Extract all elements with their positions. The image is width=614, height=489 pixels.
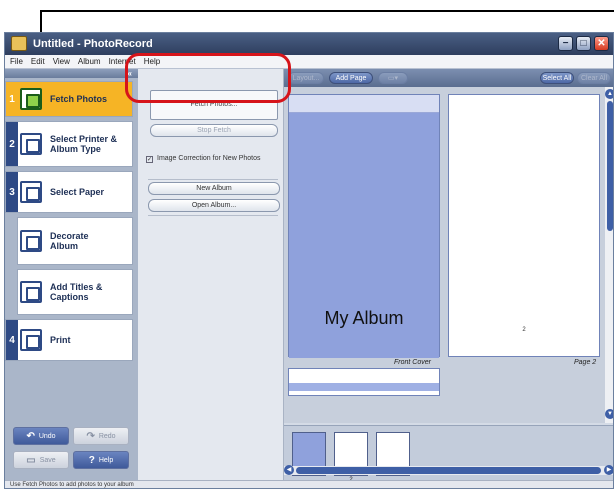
add-page-button[interactable]: Add Page — [329, 72, 373, 84]
clear-all-button[interactable]: Clear All — [577, 72, 611, 84]
fetch-photos-icon — [20, 88, 42, 110]
close-button[interactable]: ✕ — [594, 36, 609, 51]
paper-icon — [20, 181, 42, 203]
step-number: 4 — [6, 320, 18, 360]
step-label: Decorate Album — [50, 231, 89, 251]
print-icon — [20, 329, 42, 351]
callout-line-horizontal — [40, 10, 614, 12]
step-label: Select Paper — [50, 187, 105, 197]
scroll-up-icon[interactable]: ▲ — [605, 89, 613, 99]
redo-button[interactable]: ↷ Redo — [73, 427, 129, 445]
step-print[interactable]: 4 Print — [5, 319, 133, 361]
callout-highlight-ring — [125, 53, 291, 103]
window-title: Untitled - PhotoRecord — [33, 38, 153, 50]
checkbox-icon[interactable]: ✓ — [146, 156, 153, 163]
page-2[interactable]: 2 — [448, 94, 600, 357]
scroll-right-icon[interactable]: ▶ — [604, 465, 613, 475]
next-page-preview[interactable] — [288, 368, 440, 396]
titles-captions-icon — [20, 281, 42, 303]
step-fetch-photos[interactable]: 1 Fetch Photos — [5, 81, 133, 117]
status-bar: Use Fetch Photos to add photos to your a… — [5, 480, 613, 488]
menu-bar: File Edit View Album Internet Help — [5, 55, 613, 69]
redo-icon: ↷ — [86, 430, 95, 442]
menu-album[interactable]: Album — [78, 57, 101, 66]
open-album-button[interactable]: Open Album... — [148, 199, 280, 212]
help-icon: ? — [88, 454, 95, 466]
step-label: Select Printer & Album Type — [50, 134, 118, 154]
scroll-down-icon[interactable]: ▼ — [605, 409, 613, 419]
scroll-left-icon[interactable]: ◀ — [284, 465, 294, 475]
maximize-button[interactable]: □ — [576, 36, 591, 51]
decorate-icon — [20, 230, 42, 252]
undo-icon: ↶ — [26, 430, 35, 442]
front-cover-page[interactable]: My Album — [288, 94, 440, 358]
step-decorate-album[interactable]: Decorate Album — [17, 217, 133, 265]
save-icon: ▭ — [26, 454, 36, 466]
options-panel: Fetch Photos... Stop Fetch ✓ Image Corre… — [138, 69, 284, 480]
menu-edit[interactable]: Edit — [31, 57, 45, 66]
app-window: Untitled - PhotoRecord − □ ✕ File Edit V… — [4, 32, 614, 489]
select-all-button[interactable]: Select All — [540, 72, 574, 84]
step-label: Print — [50, 335, 71, 345]
stop-fetch-button[interactable]: Stop Fetch — [150, 124, 278, 137]
album-title[interactable]: My Album — [289, 308, 439, 329]
step-select-paper[interactable]: 3 Select Paper — [5, 171, 133, 213]
view-options-icon[interactable]: ▭▾ — [378, 72, 408, 84]
image-correction-label: Image Correction for New Photos — [157, 155, 261, 162]
divider — [148, 179, 278, 180]
step-number: 3 — [6, 172, 18, 212]
front-cover-caption: Front Cover — [394, 359, 431, 366]
image-correction-option[interactable]: ✓ Image Correction for New Photos — [146, 155, 276, 163]
menu-view[interactable]: View — [53, 57, 70, 66]
horizontal-scrollbar[interactable]: ◀ ▶ — [284, 465, 613, 475]
step-label: Add Titles & Captions — [50, 282, 103, 302]
cover-top-band — [289, 95, 439, 113]
album-canvas: My Album Front Cover 2 Page 2 — [284, 87, 605, 423]
app-icon — [11, 36, 27, 51]
step-number: 1 — [6, 82, 18, 116]
collapse-panel-button[interactable]: « — [5, 69, 138, 78]
undo-button[interactable]: ↶ Undo — [13, 427, 69, 445]
album-toolbar: Layout... Add Page ▭▾ Select All Clear A… — [284, 69, 613, 87]
new-album-button[interactable]: New Album — [148, 182, 280, 195]
help-button[interactable]: ? Help — [73, 451, 129, 469]
step-label: Fetch Photos — [50, 94, 108, 104]
title-bar[interactable]: Untitled - PhotoRecord − □ ✕ — [5, 33, 613, 55]
minimize-button[interactable]: − — [558, 36, 573, 51]
preview-band — [289, 383, 439, 391]
printer-album-icon — [20, 133, 42, 155]
save-button[interactable]: ▭ Save — [13, 451, 69, 469]
vertical-scrollbar[interactable]: ▲ ▼ — [605, 87, 613, 423]
scroll-thumb-horizontal[interactable] — [296, 467, 601, 474]
step-select-printer[interactable]: 2 Select Printer & Album Type — [5, 121, 133, 167]
step-add-titles[interactable]: Add Titles & Captions — [17, 269, 133, 315]
menu-file[interactable]: File — [10, 57, 23, 66]
step-number: 2 — [6, 122, 18, 166]
scroll-thumb[interactable] — [607, 101, 613, 231]
steps-panel: « 1 Fetch Photos 2 Select Printer & Albu… — [5, 69, 138, 480]
page-number: 2 — [522, 327, 526, 333]
layout-button[interactable]: Layout... — [288, 72, 324, 84]
page-2-caption: Page 2 — [574, 359, 597, 366]
divider — [148, 215, 278, 216]
